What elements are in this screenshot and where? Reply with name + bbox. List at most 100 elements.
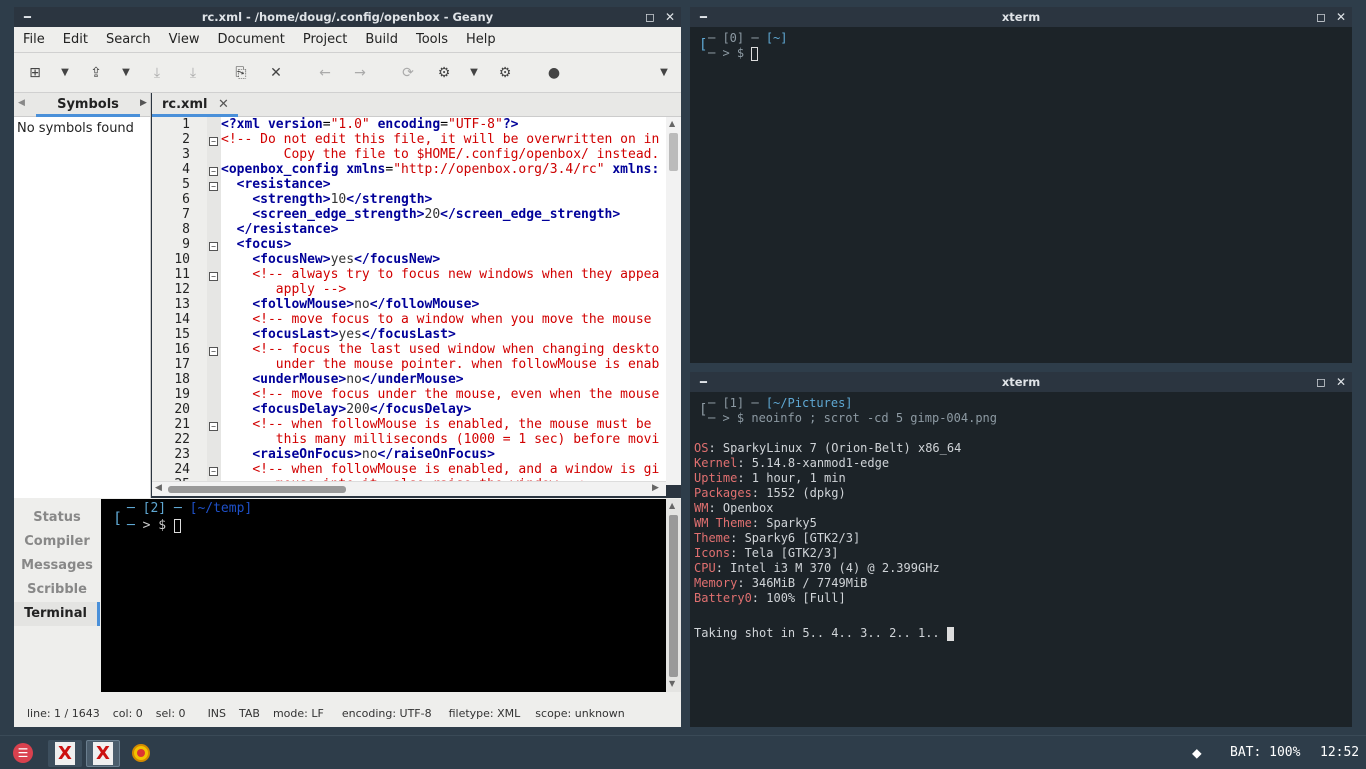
toolbar-overflow-icon[interactable]: ▼ xyxy=(655,65,673,81)
xterm-terminal[interactable]: [ ─ [1] ─ [~/Pictures] ─ > $ neoinfo ; s… xyxy=(690,392,1352,727)
menu-build[interactable]: Build xyxy=(356,27,407,47)
clock[interactable]: 12:52 xyxy=(1320,736,1359,769)
close-file-icon[interactable]: ✕ xyxy=(267,65,285,81)
menu-edit[interactable]: Edit xyxy=(54,27,97,47)
close-icon[interactable]: ✕ xyxy=(1336,10,1346,24)
tab-symbols[interactable]: Symbols xyxy=(36,93,140,117)
terminal-path: [~/Pictures] xyxy=(765,396,853,410)
new-file-icon[interactable]: ⊞ xyxy=(26,65,44,81)
code-line: <screen_edge_strength>20</screen_edge_st… xyxy=(252,207,621,222)
code-line: <!-- when followMouse is enabled, and a … xyxy=(252,462,660,477)
window-menu-icon[interactable]: ━ xyxy=(700,7,707,27)
editor-vertical-scrollbar[interactable]: ▲ xyxy=(666,117,681,485)
xterm-titlebar[interactable]: ━ xterm ◻ ✕ xyxy=(690,7,1352,27)
close-tab-icon[interactable]: ✕ xyxy=(218,93,229,117)
build-settings-icon[interactable]: ⚙ xyxy=(496,65,514,81)
editor-horizontal-scrollbar[interactable]: ◀ ▶ xyxy=(152,481,666,496)
status-col: col: 0 xyxy=(112,707,143,720)
code-line: <followMouse>no</followMouse> xyxy=(252,297,480,312)
line-number: 8 xyxy=(182,222,190,237)
xterm-titlebar[interactable]: ━ xterm ◻ ✕ xyxy=(690,372,1352,392)
window-title: xterm xyxy=(1001,375,1041,389)
forward-arrow-icon[interactable]: → xyxy=(351,65,369,81)
maximize-icon[interactable]: ◻ xyxy=(1316,10,1326,24)
wifi-icon[interactable]: ◆ xyxy=(1192,736,1202,769)
close-icon[interactable]: ✕ xyxy=(665,10,675,24)
revert-icon[interactable]: ⎘ xyxy=(232,65,250,81)
tab-terminal[interactable]: Terminal xyxy=(14,602,100,626)
fold-toggle-icon[interactable]: − xyxy=(209,137,218,146)
gear-icon[interactable]: ⚙ xyxy=(435,65,453,81)
fold-toggle-icon[interactable]: − xyxy=(209,272,218,281)
maximize-icon[interactable]: ◻ xyxy=(645,10,655,24)
menu-tools[interactable]: Tools xyxy=(407,27,457,47)
code-editor[interactable]: 1234567891011121314151617181920212223242… xyxy=(152,117,681,485)
prompt-line2: ─ > $ xyxy=(708,46,759,61)
chevron-down-icon[interactable]: ▼ xyxy=(117,65,135,81)
xterm-window-bottom: ━ xterm ◻ ✕ [ ─ [1] ─ [~/Pictures] ─ > $ … xyxy=(690,372,1352,727)
symbols-empty-text: No symbols found xyxy=(17,121,134,136)
code-line: <!-- when followMouse is enabled, the mo… xyxy=(252,417,652,432)
back-arrow-icon[interactable]: ← xyxy=(316,65,334,81)
reload-icon[interactable]: ⟳ xyxy=(399,65,417,81)
save-icon[interactable]: ⤓ xyxy=(148,65,166,81)
info-key: Icons xyxy=(694,546,731,560)
scrollbar-thumb[interactable] xyxy=(669,133,678,171)
scrollbar-thumb[interactable] xyxy=(168,486,346,493)
embedded-terminal[interactable]: [ ─ [2] ─ [~/temp] ─ > $ xyxy=(101,499,666,692)
code-line: <openbox_config xmlns="http://openbox.or… xyxy=(221,162,660,177)
menu-project[interactable]: Project xyxy=(294,27,356,47)
prompt-symbol: $ xyxy=(736,46,745,60)
window-menu-icon[interactable]: ━ xyxy=(24,7,31,27)
menu-help[interactable]: Help xyxy=(457,27,505,47)
menu-document[interactable]: Document xyxy=(208,27,293,47)
code-line: <raiseOnFocus>no</raiseOnFocus> xyxy=(252,447,495,462)
tab-scribble[interactable]: Scribble xyxy=(14,578,100,602)
menu-file[interactable]: File xyxy=(14,27,54,47)
taskbar-app-geany-editor[interactable] xyxy=(124,740,158,767)
tab-scroll-left-icon[interactable]: ◀ xyxy=(18,98,25,108)
code-line: <focusDelay>200</focusDelay> xyxy=(252,402,472,417)
fold-toggle-icon[interactable]: − xyxy=(209,167,218,176)
battery-indicator[interactable]: BAT: 100% xyxy=(1230,736,1300,769)
app-menu-icon[interactable]: ☰ xyxy=(13,743,33,763)
fold-toggle-icon[interactable]: − xyxy=(209,182,218,191)
info-value: : Openbox xyxy=(708,501,774,515)
menu-search[interactable]: Search xyxy=(97,27,160,47)
info-key: Kernel xyxy=(694,456,738,470)
taskbar-app-xterm[interactable]: X xyxy=(86,740,120,767)
terminal-prompt-line1: ─ [2] ─ [~/temp] xyxy=(127,501,253,516)
taskbar: ☰ X X ◆ BAT: 100% 12:52 xyxy=(0,735,1366,768)
chevron-down-icon[interactable]: ▼ xyxy=(56,65,74,81)
geany-titlebar[interactable]: ━ rc.xml - /home/doug/.config/openbox - … xyxy=(14,7,681,27)
chevron-down-icon[interactable]: ▼ xyxy=(465,65,483,81)
terminal-cursor xyxy=(946,626,954,641)
open-file-icon[interactable]: ⇪ xyxy=(87,65,105,81)
info-line: Icons: Tela [GTK2/3] xyxy=(694,546,839,561)
taskbar-app-geany[interactable]: X xyxy=(48,740,82,767)
fold-toggle-icon[interactable]: − xyxy=(209,467,218,476)
maximize-icon[interactable]: ◻ xyxy=(1316,375,1326,389)
fold-toggle-icon[interactable]: − xyxy=(209,422,218,431)
code-text[interactable]: <?xml version="1.0" encoding="UTF-8"?> <… xyxy=(221,117,665,485)
fold-toggle-icon[interactable]: − xyxy=(209,347,218,356)
tab-compiler[interactable]: Compiler xyxy=(14,530,100,554)
color-picker-icon[interactable]: ● xyxy=(545,65,563,81)
code-line: <focusNew>yes</focusNew> xyxy=(252,252,441,267)
tab-status[interactable]: Status xyxy=(14,506,100,530)
tab-scroll-right-icon[interactable]: ▶ xyxy=(140,98,147,108)
status-ins: INS xyxy=(207,707,227,720)
fold-toggle-icon[interactable]: − xyxy=(209,242,218,251)
tab-rc-xml[interactable]: rc.xml ✕ xyxy=(152,93,238,117)
menu-view[interactable]: View xyxy=(160,27,209,47)
window-menu-icon[interactable]: ━ xyxy=(700,372,707,392)
terminal-scrollbar[interactable]: ▲ ▼ xyxy=(666,499,681,692)
tab-messages[interactable]: Messages xyxy=(14,554,100,578)
scrollbar-thumb[interactable] xyxy=(669,515,678,677)
command-text: $ neoinfo ; scrot -cd 5 gimp-004.png xyxy=(736,411,997,425)
close-icon[interactable]: ✕ xyxy=(1336,375,1346,389)
xterm-terminal[interactable]: [ ─ [0] ─ [~] ─ > $ xyxy=(690,27,1352,363)
countdown-line: Taking shot in 5.. 4.. 3.. 2.. 1.. xyxy=(694,626,954,641)
code-line: <!-- move focus to a window when you mov… xyxy=(252,312,652,327)
save-all-icon[interactable]: ⤓ xyxy=(184,65,202,81)
